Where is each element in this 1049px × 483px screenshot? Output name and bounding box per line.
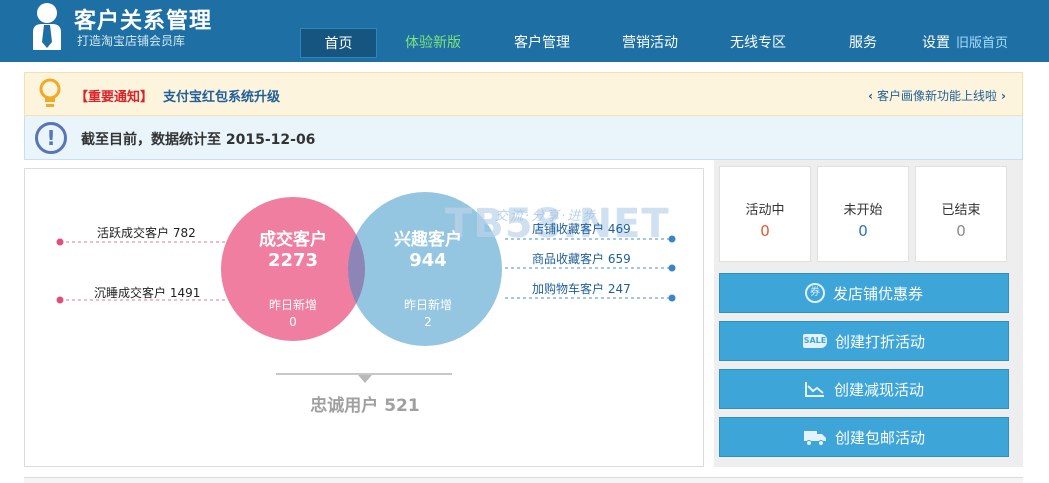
status-pending-value: 0 (858, 222, 868, 240)
sale-tag-icon: SALE (802, 334, 827, 348)
nav-mobile[interactable]: 无线专区 (705, 28, 811, 58)
status-ended-value: 0 (956, 222, 966, 240)
create-free-shipping-button[interactable]: 创建包邮活动 (719, 417, 1009, 457)
status-card-pending[interactable]: 未开始 0 (817, 166, 909, 262)
create-discount-button[interactable]: SALE 创建打折活动 (719, 321, 1009, 361)
create-cashback-button[interactable]: 创建减现活动 (719, 369, 1009, 409)
truck-icon (803, 431, 826, 446)
nav-settings[interactable]: 设置 (922, 35, 950, 51)
issue-coupon-button[interactable]: 券 发店铺优惠券 (719, 273, 1009, 313)
chart-down-icon (804, 382, 824, 397)
status-card-ended[interactable]: 已结束 0 (915, 166, 1007, 262)
loyal-users-label[interactable]: 忠诚用户 521 (255, 391, 475, 416)
sleep-deal-label[interactable]: 沉睡成交客户 1491 (94, 284, 200, 301)
activity-panel: 活动中 0 未开始 0 已结束 0 券 发店铺优惠券 SALE 创建打折活动 创… (714, 160, 1023, 467)
active-deal-dot (56, 238, 64, 246)
bottom-panel-edge (24, 477, 1023, 483)
triangle-down-icon (358, 375, 372, 383)
interest-count: 944 (409, 250, 447, 271)
stats-date-text: 截至目前，数据统计至 2015-12-06 (81, 132, 316, 148)
stats-bar: ! 截至目前，数据统计至 2015-12-06 (24, 116, 1023, 160)
cart-label[interactable]: 加购物车客户 247 (532, 280, 631, 297)
status-pending-label: 未开始 (843, 203, 883, 218)
nav-home[interactable]: 首页 (300, 28, 377, 58)
nav-service[interactable]: 服务 (811, 28, 915, 58)
notice-tag: 【重要通知】 (75, 90, 154, 105)
nav-customers[interactable]: 客户管理 (489, 28, 595, 58)
create-cashback-label: 创建减现活动 (833, 380, 924, 399)
coupon-icon: 券 (804, 283, 825, 303)
create-free-shipping-label: 创建包邮活动 (834, 428, 925, 447)
status-running-value: 0 (760, 222, 770, 240)
shop-fav-label[interactable]: 店铺收藏客户 469 (532, 220, 631, 237)
notice-bar: 【重要通知】 支付宝红包系统升级 ‹ 客户画像新功能上线啦 › (24, 72, 1023, 116)
item-fav-dot (668, 264, 676, 272)
deal-count: 2273 (267, 250, 319, 271)
user-logo-icon (33, 3, 61, 50)
customer-venn-panel: TB58.NET 交流·分享·进步 活跃成交客户 782 沉睡成交客户 1491… (24, 168, 704, 467)
app-subtitle: 打造淘宝店铺会员库 (77, 34, 186, 48)
sleep-deal-dot (56, 296, 64, 304)
nav-try-new[interactable]: 体验新版 (377, 28, 489, 58)
cart-dot (668, 294, 676, 302)
interest-new-value: 2 (424, 315, 432, 329)
notice-carousel-text[interactable]: 客户画像新功能上线啦 (877, 89, 997, 103)
nav-settings-group: 设置 旧版首页 (915, 28, 1015, 58)
chevron-left-icon[interactable]: ‹ (864, 89, 877, 103)
status-ended-label: 已结束 (941, 203, 981, 218)
chevron-right-icon[interactable]: › (997, 89, 1010, 103)
item-fav-label[interactable]: 商品收藏客户 659 (532, 250, 631, 267)
deal-new-value: 0 (289, 315, 297, 329)
info-exclamation-icon: ! (35, 122, 67, 154)
create-discount-label: 创建打折活动 (834, 332, 925, 351)
deal-new-label: 昨日新增 (268, 298, 317, 312)
interest-title: 兴趣客户 (394, 230, 462, 250)
notice-text[interactable]: 支付宝红包系统升级 (163, 86, 280, 105)
main-nav: 首页 体验新版 客户管理 营销活动 无线专区 服务 设置 旧版首页 (300, 28, 1015, 58)
status-running-label: 活动中 (745, 203, 785, 218)
notice-carousel: ‹ 客户画像新功能上线啦 › (864, 87, 1010, 104)
issue-coupon-label: 发店铺优惠券 (832, 284, 923, 303)
nav-marketing[interactable]: 营销活动 (595, 28, 705, 58)
app-title: 客户关系管理 (74, 9, 213, 34)
status-card-running[interactable]: 活动中 0 (719, 166, 811, 262)
header: 客户关系管理 打造淘宝店铺会员库 首页 体验新版 客户管理 营销活动 无线专区 … (0, 0, 1049, 62)
old-version-link[interactable]: 旧版首页 (956, 36, 1008, 51)
interest-new-label: 昨日新增 (403, 298, 452, 312)
active-deal-label[interactable]: 活跃成交客户 782 (97, 224, 196, 241)
deal-title: 成交客户 (259, 230, 327, 250)
lightbulb-icon (39, 78, 61, 107)
